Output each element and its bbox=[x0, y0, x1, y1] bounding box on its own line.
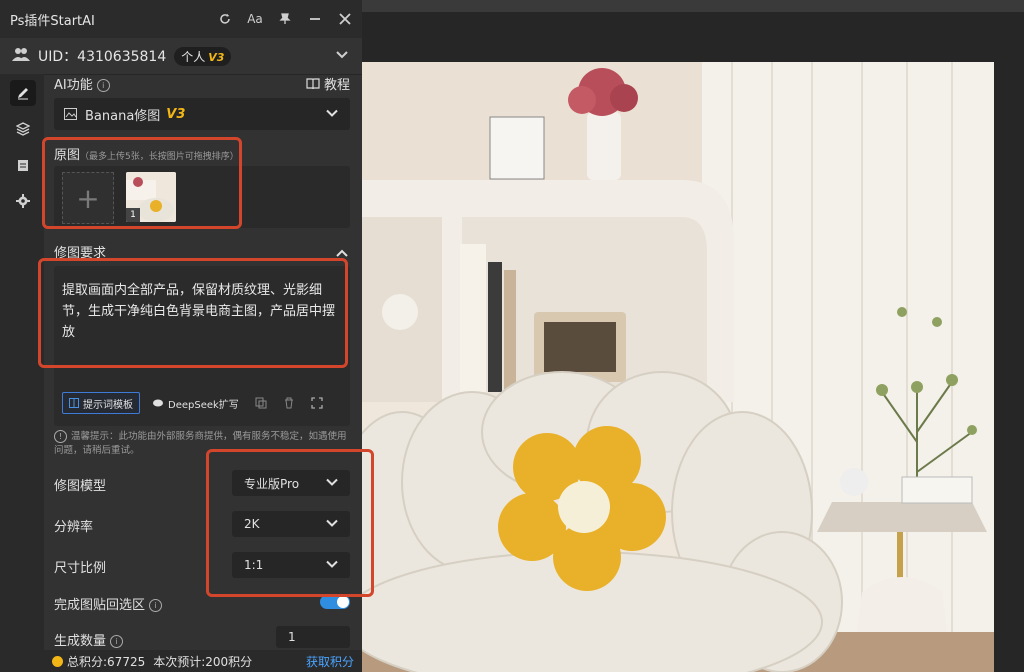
deepseek-icon bbox=[153, 399, 163, 407]
prompt-template-button[interactable]: 提示词模板 bbox=[62, 392, 140, 414]
paste-back-label: 完成图贴回选区 i bbox=[54, 594, 163, 613]
book-icon bbox=[69, 398, 79, 408]
ai-function-label: AI功能 i bbox=[54, 74, 110, 93]
thumbnail-index: 1 bbox=[126, 208, 140, 222]
toggle-knob bbox=[337, 596, 349, 608]
panel-titlebar: Ps插件StartAI Aa bbox=[0, 0, 362, 38]
resolution-select[interactable]: 2K bbox=[232, 511, 350, 537]
tutorial-text: 教程 bbox=[323, 78, 350, 93]
count-label: 生成数量 i bbox=[54, 630, 124, 649]
get-points-link[interactable]: 获取积分 bbox=[306, 653, 354, 670]
model-label: 修图模型 bbox=[54, 479, 107, 494]
requirement-toolbar: 提示词模板 DeepSeek扩写 bbox=[62, 392, 327, 414]
ai-function-text: AI功能 bbox=[54, 78, 93, 93]
clipboard-icon[interactable] bbox=[10, 152, 36, 178]
panel-content: AI功能 i 教程 Banana修图 V3 原图（最多上传5张，长按图片可拖拽排序… bbox=[44, 74, 362, 672]
pin-icon[interactable] bbox=[276, 10, 294, 28]
chevron-down-icon bbox=[326, 558, 338, 573]
total-points: 总积分:67725 bbox=[67, 654, 146, 669]
image-icon bbox=[64, 108, 77, 120]
points-footer: 总积分:67725 本次预计:200积分 获取积分 bbox=[44, 650, 362, 672]
deepseek-label: DeepSeek扩写 bbox=[168, 399, 239, 411]
prompt-template-label: 提示词模板 bbox=[83, 399, 133, 411]
canvas-photo bbox=[362, 12, 1024, 672]
font-size-icon[interactable]: Aa bbox=[246, 10, 264, 28]
deepseek-expand-button[interactable]: DeepSeek扩写 bbox=[148, 393, 243, 413]
resolution-value: 2K bbox=[244, 517, 260, 531]
chevron-down-icon bbox=[326, 476, 338, 491]
count-text: 生成数量 bbox=[54, 634, 107, 649]
uploaded-thumbnail[interactable]: 1 bbox=[126, 172, 176, 222]
user-group-icon bbox=[12, 47, 30, 65]
count-value: 1 bbox=[288, 630, 296, 644]
book-icon bbox=[306, 77, 320, 89]
ratio-label: 尺寸比例 bbox=[54, 561, 107, 576]
document-canvas[interactable] bbox=[362, 12, 1024, 672]
original-image-label: 原图（最多上传5张，长按图片可拖拽排序） bbox=[54, 144, 239, 163]
panel-title: Ps插件StartAI bbox=[10, 13, 95, 29]
info-icon: ! bbox=[54, 430, 67, 443]
sidebar bbox=[0, 74, 44, 672]
requirement-label: 修图要求 bbox=[54, 246, 107, 261]
layers-icon[interactable] bbox=[10, 116, 36, 142]
resolution-label: 分辨率 bbox=[54, 520, 94, 535]
requirement-textarea[interactable]: 提取画面内全部产品，保留材质纹理、光影细节，生成干净纯白色背景电商主图，产品居中… bbox=[54, 266, 350, 426]
info-icon[interactable]: i bbox=[96, 79, 110, 92]
plugin-panel: Ps插件StartAI Aa UID：4310635814 个人 V3 AI功能… bbox=[0, 0, 362, 672]
warm-tip-text: 温馨提示：此功能由外部服务商提供，偶有服务不稳定，如遇使用问题，请稍后重试。 bbox=[54, 431, 347, 456]
chevron-down-icon bbox=[326, 107, 338, 122]
uid-text: UID：4310635814 bbox=[38, 49, 167, 65]
fullscreen-icon[interactable] bbox=[307, 393, 327, 413]
copy-icon[interactable] bbox=[251, 393, 271, 413]
plan-badge: 个人 V3 bbox=[174, 46, 232, 66]
ai-function-version: V3 bbox=[166, 106, 186, 122]
requirement-text[interactable]: 提取画面内全部产品，保留材质纹理、光影细节，生成干净纯白色背景电商主图，产品居中… bbox=[62, 280, 346, 343]
gear-icon[interactable] bbox=[10, 188, 36, 214]
close-icon[interactable] bbox=[336, 10, 354, 28]
ai-function-value: Banana修图 bbox=[85, 108, 161, 124]
info-icon[interactable]: i bbox=[149, 599, 163, 612]
minimize-icon[interactable] bbox=[306, 10, 324, 28]
refresh-icon[interactable] bbox=[216, 10, 234, 28]
coin-icon bbox=[52, 655, 63, 667]
edit-icon[interactable] bbox=[10, 80, 36, 106]
ai-function-select[interactable]: Banana修图 V3 bbox=[54, 98, 350, 130]
tutorial-link[interactable]: 教程 bbox=[306, 74, 350, 93]
chevron-down-icon bbox=[326, 517, 338, 532]
plan-version: V3 bbox=[208, 50, 225, 64]
account-bar[interactable]: UID：4310635814 个人 V3 bbox=[0, 38, 362, 75]
model-select[interactable]: 专业版Pro bbox=[232, 470, 350, 496]
plan-label: 个人 bbox=[181, 49, 206, 64]
info-icon[interactable]: i bbox=[110, 635, 124, 648]
paste-back-toggle[interactable] bbox=[320, 595, 350, 609]
original-label-text: 原图 bbox=[54, 148, 81, 163]
add-image-button[interactable]: + bbox=[62, 172, 114, 224]
paste-back-text: 完成图贴回选区 bbox=[54, 598, 146, 613]
image-upload-area: + 1 bbox=[54, 166, 350, 228]
count-input[interactable]: 1 bbox=[276, 626, 350, 648]
model-value: 专业版Pro bbox=[244, 476, 300, 491]
ratio-value: 1:1 bbox=[244, 558, 264, 572]
estimate-points: 本次预计:200积分 bbox=[153, 654, 253, 669]
warm-tip: ! 温馨提示：此功能由外部服务商提供，偶有服务不稳定，如遇使用问题，请稍后重试。 bbox=[54, 430, 350, 458]
chevron-down-icon[interactable] bbox=[336, 48, 348, 63]
trash-icon[interactable] bbox=[279, 393, 299, 413]
ratio-select[interactable]: 1:1 bbox=[232, 552, 350, 578]
original-hint: （最多上传5张，长按图片可拖拽排序） bbox=[80, 152, 239, 162]
chevron-up-icon[interactable] bbox=[336, 246, 348, 261]
